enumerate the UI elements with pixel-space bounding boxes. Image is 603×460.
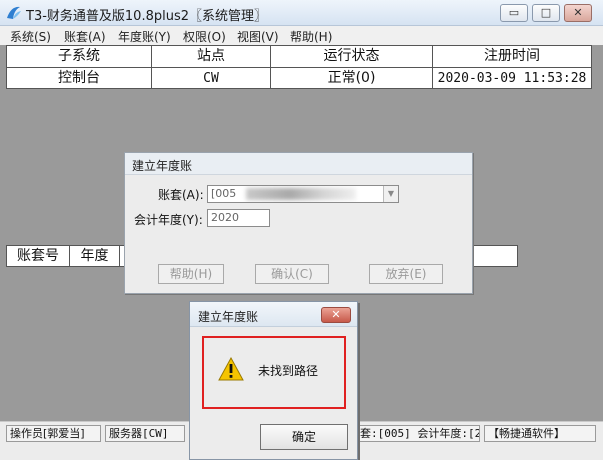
table-cell-register-time[interactable]: 2020-03-09 11:53:28 [433, 68, 591, 88]
alert-dialog: 建立年度账 ✕ 未找到路径 确定 [189, 301, 358, 460]
alert-title: 建立年度账 [198, 310, 259, 324]
alert-message: 未找到路径 [258, 364, 319, 378]
abandon-button[interactable]: 放弃(E) [369, 264, 443, 284]
menu-year-account[interactable]: 年度账(Y) [118, 28, 171, 45]
help-button[interactable]: 帮助(H) [158, 264, 224, 284]
maximize-button[interactable]: □ [532, 4, 560, 22]
create-year-account-dialog: 建立年度账 账套(A): [005 ▼ 会计年度(Y): 2020 帮助(H) … [124, 152, 473, 294]
minimize-button[interactable]: ▭ [500, 4, 528, 22]
subsystem-table: 子系统 站点 运行状态 注册时间 控制台 CW 正常(0) 2020-03-09… [6, 45, 592, 89]
chevron-down-icon[interactable]: ▼ [383, 186, 398, 202]
fiscal-year-input[interactable]: 2020 [207, 209, 270, 227]
confirm-button[interactable]: 确认(C) [255, 264, 329, 284]
dialog-title: 建立年度账 [132, 159, 193, 173]
table-cell-subsystem[interactable]: 控制台 [7, 68, 152, 88]
menu-system[interactable]: 系统(S) [10, 28, 51, 45]
status-operator: 操作员[郭爱当] [6, 425, 101, 442]
column-header-account-no[interactable]: 账套号 [7, 246, 70, 266]
alert-close-button[interactable]: ✕ [321, 307, 351, 323]
warning-icon [218, 357, 244, 381]
menu-permission[interactable]: 权限(O) [183, 28, 226, 45]
table-cell-status[interactable]: 正常(0) [271, 68, 433, 88]
account-label: 账套(A): [158, 188, 204, 202]
column-header-register-time[interactable]: 注册时间 [433, 46, 591, 68]
status-server: 服务器[CW] [105, 425, 185, 442]
menu-account[interactable]: 账套(A) [64, 28, 106, 45]
column-header-year[interactable]: 年度 [70, 246, 120, 266]
column-header-site[interactable]: 站点 [152, 46, 271, 68]
fiscal-year-label: 会计年度(Y): [134, 213, 203, 227]
menu-view[interactable]: 视图(V) [237, 28, 279, 45]
table-cell-site[interactable]: CW [152, 68, 271, 88]
status-brand: 【畅捷通软件】 [484, 425, 596, 442]
app-logo-icon [7, 6, 21, 19]
window-title: T3-财务通普及版10.8plus2〖系统管理〗 [26, 9, 267, 24]
account-select[interactable]: [005 ▼ [207, 185, 399, 203]
status-account-info: 套:[005] 会计年度:[2 [356, 425, 480, 442]
redacted-account-name [246, 188, 356, 200]
column-header-subsystem[interactable]: 子系统 [7, 46, 152, 68]
account-select-value: [005 [211, 187, 237, 200]
ok-button[interactable]: 确定 [260, 424, 348, 450]
menu-help[interactable]: 帮助(H) [290, 28, 332, 45]
column-header-status[interactable]: 运行状态 [271, 46, 433, 68]
close-button[interactable]: ✕ [564, 4, 592, 22]
